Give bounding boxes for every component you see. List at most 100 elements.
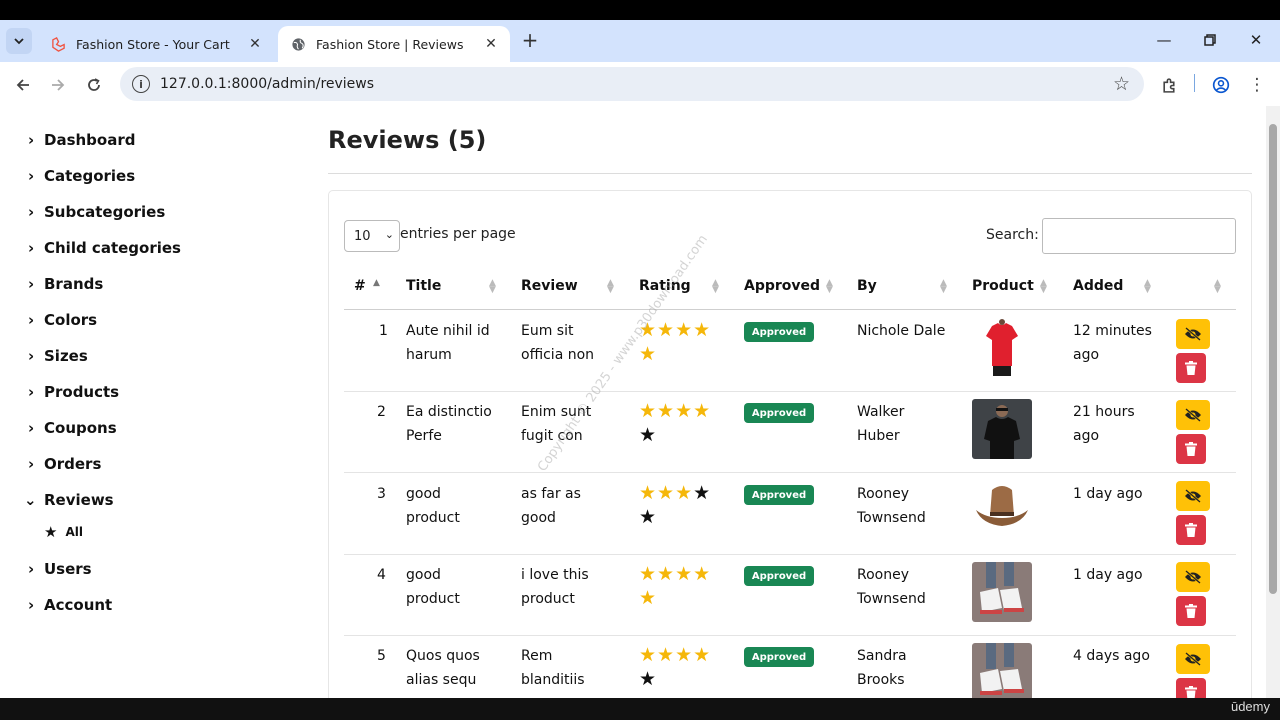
- profile-icon[interactable]: [1208, 72, 1234, 98]
- udemy-logo: ūdemy: [1230, 699, 1270, 714]
- added-time: 1 day ago: [1073, 567, 1143, 583]
- sidebar-item-coupons[interactable]: › Coupons: [28, 416, 117, 440]
- hide-review-button[interactable]: [1176, 400, 1210, 430]
- sidebar-item-label: Colors: [44, 311, 98, 329]
- sort-icon[interactable]: ▲ ▼: [712, 279, 719, 295]
- delete-review-button[interactable]: [1176, 596, 1206, 626]
- browser-menu-icon[interactable]: ⋮: [1244, 72, 1270, 98]
- reviewer-name-line1: Sandra: [857, 648, 907, 664]
- new-tab-button[interactable]: +: [518, 28, 542, 52]
- review-text-line2: product: [521, 591, 575, 607]
- product-thumbnail-red-tshirt: [972, 318, 1032, 378]
- close-tab-icon[interactable]: ✕: [246, 35, 264, 53]
- added-time: 4 days ago: [1073, 648, 1150, 664]
- back-icon[interactable]: [10, 72, 36, 98]
- row-number: 3: [377, 486, 386, 502]
- sidebar-subitem-all-reviews[interactable]: ★ All: [44, 520, 83, 544]
- extensions-icon[interactable]: [1156, 72, 1182, 98]
- sort-ascending-icon[interactable]: ▲: [373, 279, 380, 288]
- product-thumbnail-black-tshirt: [972, 399, 1032, 459]
- rating-stars: ★★★★ ★: [639, 400, 712, 446]
- chevron-right-icon: ›: [28, 560, 35, 578]
- sort-icon[interactable]: ▲ ▼: [940, 279, 947, 295]
- sort-icon[interactable]: ▲ ▼: [826, 279, 833, 295]
- column-header-review[interactable]: Review: [521, 278, 578, 294]
- column-header-product[interactable]: Product: [972, 278, 1034, 294]
- eye-slash-icon: [1185, 570, 1201, 584]
- review-text-line2: good: [521, 510, 556, 526]
- sort-icon[interactable]: ▲ ▼: [607, 279, 614, 295]
- trash-icon: [1185, 442, 1197, 456]
- product-thumbnail-sneakers: [972, 643, 1032, 698]
- column-header-approved[interactable]: Approved: [744, 278, 820, 294]
- screen-top-bar: [0, 0, 1280, 20]
- hide-review-button[interactable]: [1176, 481, 1210, 511]
- close-tab-icon[interactable]: ✕: [482, 35, 500, 53]
- table-header-divider: [344, 309, 1236, 310]
- screen-bottom-bar: ūdemy: [0, 698, 1280, 720]
- chevron-right-icon: ›: [28, 167, 35, 185]
- site-info-icon[interactable]: i: [132, 75, 150, 93]
- sidebar-item-brands[interactable]: › Brands: [28, 272, 103, 296]
- tab-reviews[interactable]: Fashion Store | Reviews ✕: [278, 26, 510, 62]
- column-header-by[interactable]: By: [857, 278, 877, 294]
- review-title-line2: Perfe: [406, 428, 442, 444]
- address-bar[interactable]: i 127.0.0.1:8000/admin/reviews ☆: [120, 67, 1144, 101]
- sort-icon[interactable]: ▲ ▼: [1214, 279, 1221, 295]
- hide-review-button[interactable]: [1176, 319, 1210, 349]
- added-time-line2: ago: [1073, 428, 1100, 444]
- added-time-line1: 21 hours: [1073, 404, 1135, 420]
- rating-stars: ★★★★ ★: [639, 644, 712, 690]
- entries-per-page-select[interactable]: 10 ⌄: [344, 220, 400, 252]
- sidebar-item-child-categories[interactable]: › Child categories: [28, 236, 181, 260]
- page-viewport: › Dashboard › Categories › Subcategories › C…: [0, 106, 1280, 698]
- bookmark-star-icon[interactable]: ☆: [1113, 73, 1130, 95]
- delete-review-button[interactable]: [1176, 678, 1206, 698]
- review-text-line1: Rem: [521, 648, 553, 664]
- sidebar-item-products[interactable]: › Products: [28, 380, 119, 404]
- minimize-icon[interactable]: —: [1152, 28, 1176, 52]
- chevron-right-icon: ›: [28, 131, 35, 149]
- sidebar-item-categories[interactable]: › Categories: [28, 164, 135, 188]
- sidebar-item-account[interactable]: › Account: [28, 593, 112, 617]
- sidebar-item-dashboard[interactable]: › Dashboard: [28, 128, 135, 152]
- scrollbar-thumb[interactable]: [1269, 124, 1277, 594]
- tab-search-button[interactable]: [6, 28, 32, 54]
- reviewer-name-line1: Rooney: [857, 486, 910, 502]
- browser-tab-strip: Fashion Store - Your Cart ✕ Fashion Stor…: [0, 20, 1280, 62]
- sort-icon[interactable]: ▲ ▼: [489, 279, 496, 295]
- sidebar-item-reviews[interactable]: ⌄ Reviews: [24, 488, 114, 512]
- sidebar-item-users[interactable]: › Users: [28, 557, 92, 581]
- review-title-line1: good: [406, 567, 441, 583]
- row-number: 2: [377, 404, 386, 420]
- column-header-added[interactable]: Added: [1073, 278, 1123, 294]
- sidebar-subitem-label: All: [65, 525, 83, 539]
- sidebar-item-subcategories[interactable]: › Subcategories: [28, 200, 165, 224]
- delete-review-button[interactable]: [1176, 515, 1206, 545]
- reload-icon[interactable]: [81, 72, 107, 98]
- hide-review-button[interactable]: [1176, 562, 1210, 592]
- column-header-number[interactable]: #: [354, 278, 366, 294]
- delete-review-button[interactable]: [1176, 434, 1206, 464]
- hide-review-button[interactable]: [1176, 644, 1210, 674]
- sort-icon[interactable]: ▲ ▼: [1040, 279, 1047, 295]
- browser-toolbar: i 127.0.0.1:8000/admin/reviews ☆ ⋮: [0, 62, 1280, 106]
- sidebar-item-sizes[interactable]: › Sizes: [28, 344, 88, 368]
- row-number: 1: [379, 323, 388, 339]
- sidebar-item-orders[interactable]: › Orders: [28, 452, 101, 476]
- page-scrollbar[interactable]: [1266, 106, 1280, 698]
- forward-icon[interactable]: [45, 72, 71, 98]
- sidebar-item-colors[interactable]: › Colors: [28, 308, 97, 332]
- sidebar-item-label: Coupons: [44, 419, 117, 437]
- review-title-line1: Aute nihil id: [406, 323, 490, 339]
- trash-icon: [1185, 686, 1197, 698]
- row-number: 4: [377, 567, 386, 583]
- close-window-icon[interactable]: ✕: [1244, 28, 1268, 52]
- delete-review-button[interactable]: [1176, 353, 1206, 383]
- restore-icon[interactable]: [1198, 28, 1222, 52]
- review-text-line1: i love this: [521, 567, 589, 583]
- search-input[interactable]: [1042, 218, 1236, 254]
- column-header-title[interactable]: Title: [406, 278, 441, 294]
- tab-your-cart[interactable]: Fashion Store - Your Cart ✕: [38, 26, 274, 62]
- sort-icon[interactable]: ▲ ▼: [1144, 279, 1151, 295]
